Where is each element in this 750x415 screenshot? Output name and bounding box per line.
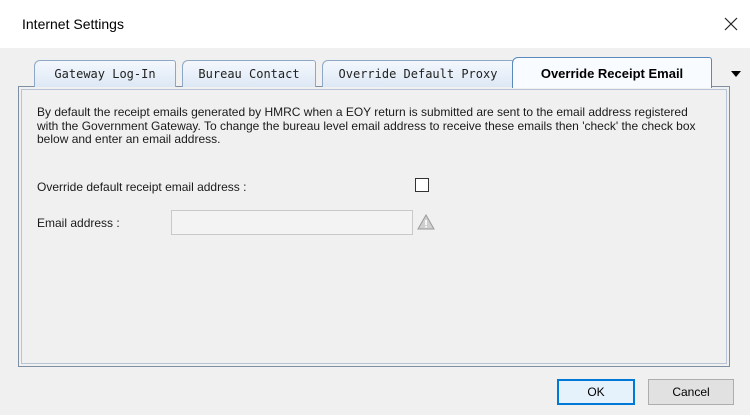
tab-label: Bureau Contact (198, 67, 300, 81)
tab-override-receipt-email[interactable]: Override Receipt Email (512, 57, 712, 88)
tab-label: Gateway Log-In (54, 67, 156, 81)
tab-label: Override Default Proxy (338, 67, 498, 81)
tab-strip: Gateway Log-In Bureau Contact Override D… (0, 48, 750, 88)
title-bar: Internet Settings (0, 0, 750, 48)
description-text: By default the receipt emails generated … (37, 105, 696, 146)
tab-gateway-log-in[interactable]: Gateway Log-In (34, 60, 176, 87)
override-email-checkbox[interactable] (415, 178, 429, 192)
window-title: Internet Settings (22, 16, 124, 32)
cancel-button[interactable]: Cancel (648, 379, 734, 405)
ok-button-label: OK (587, 385, 605, 399)
tab-bureau-contact[interactable]: Bureau Contact (182, 60, 316, 87)
email-address-input[interactable] (171, 210, 413, 235)
email-address-label: Email address : (37, 216, 120, 230)
override-email-label: Override default receipt email address : (37, 180, 247, 194)
ok-button[interactable]: OK (557, 379, 635, 405)
tab-label: Override Receipt Email (540, 65, 684, 81)
close-button[interactable] (712, 6, 750, 42)
tab-override-default-proxy[interactable]: Override Default Proxy (322, 60, 514, 87)
dropdown-arrow-icon (731, 71, 741, 77)
warning-icon (417, 213, 435, 230)
tab-scroll-button[interactable] (722, 61, 750, 87)
close-icon (724, 17, 738, 31)
cancel-button-label: Cancel (672, 385, 710, 399)
